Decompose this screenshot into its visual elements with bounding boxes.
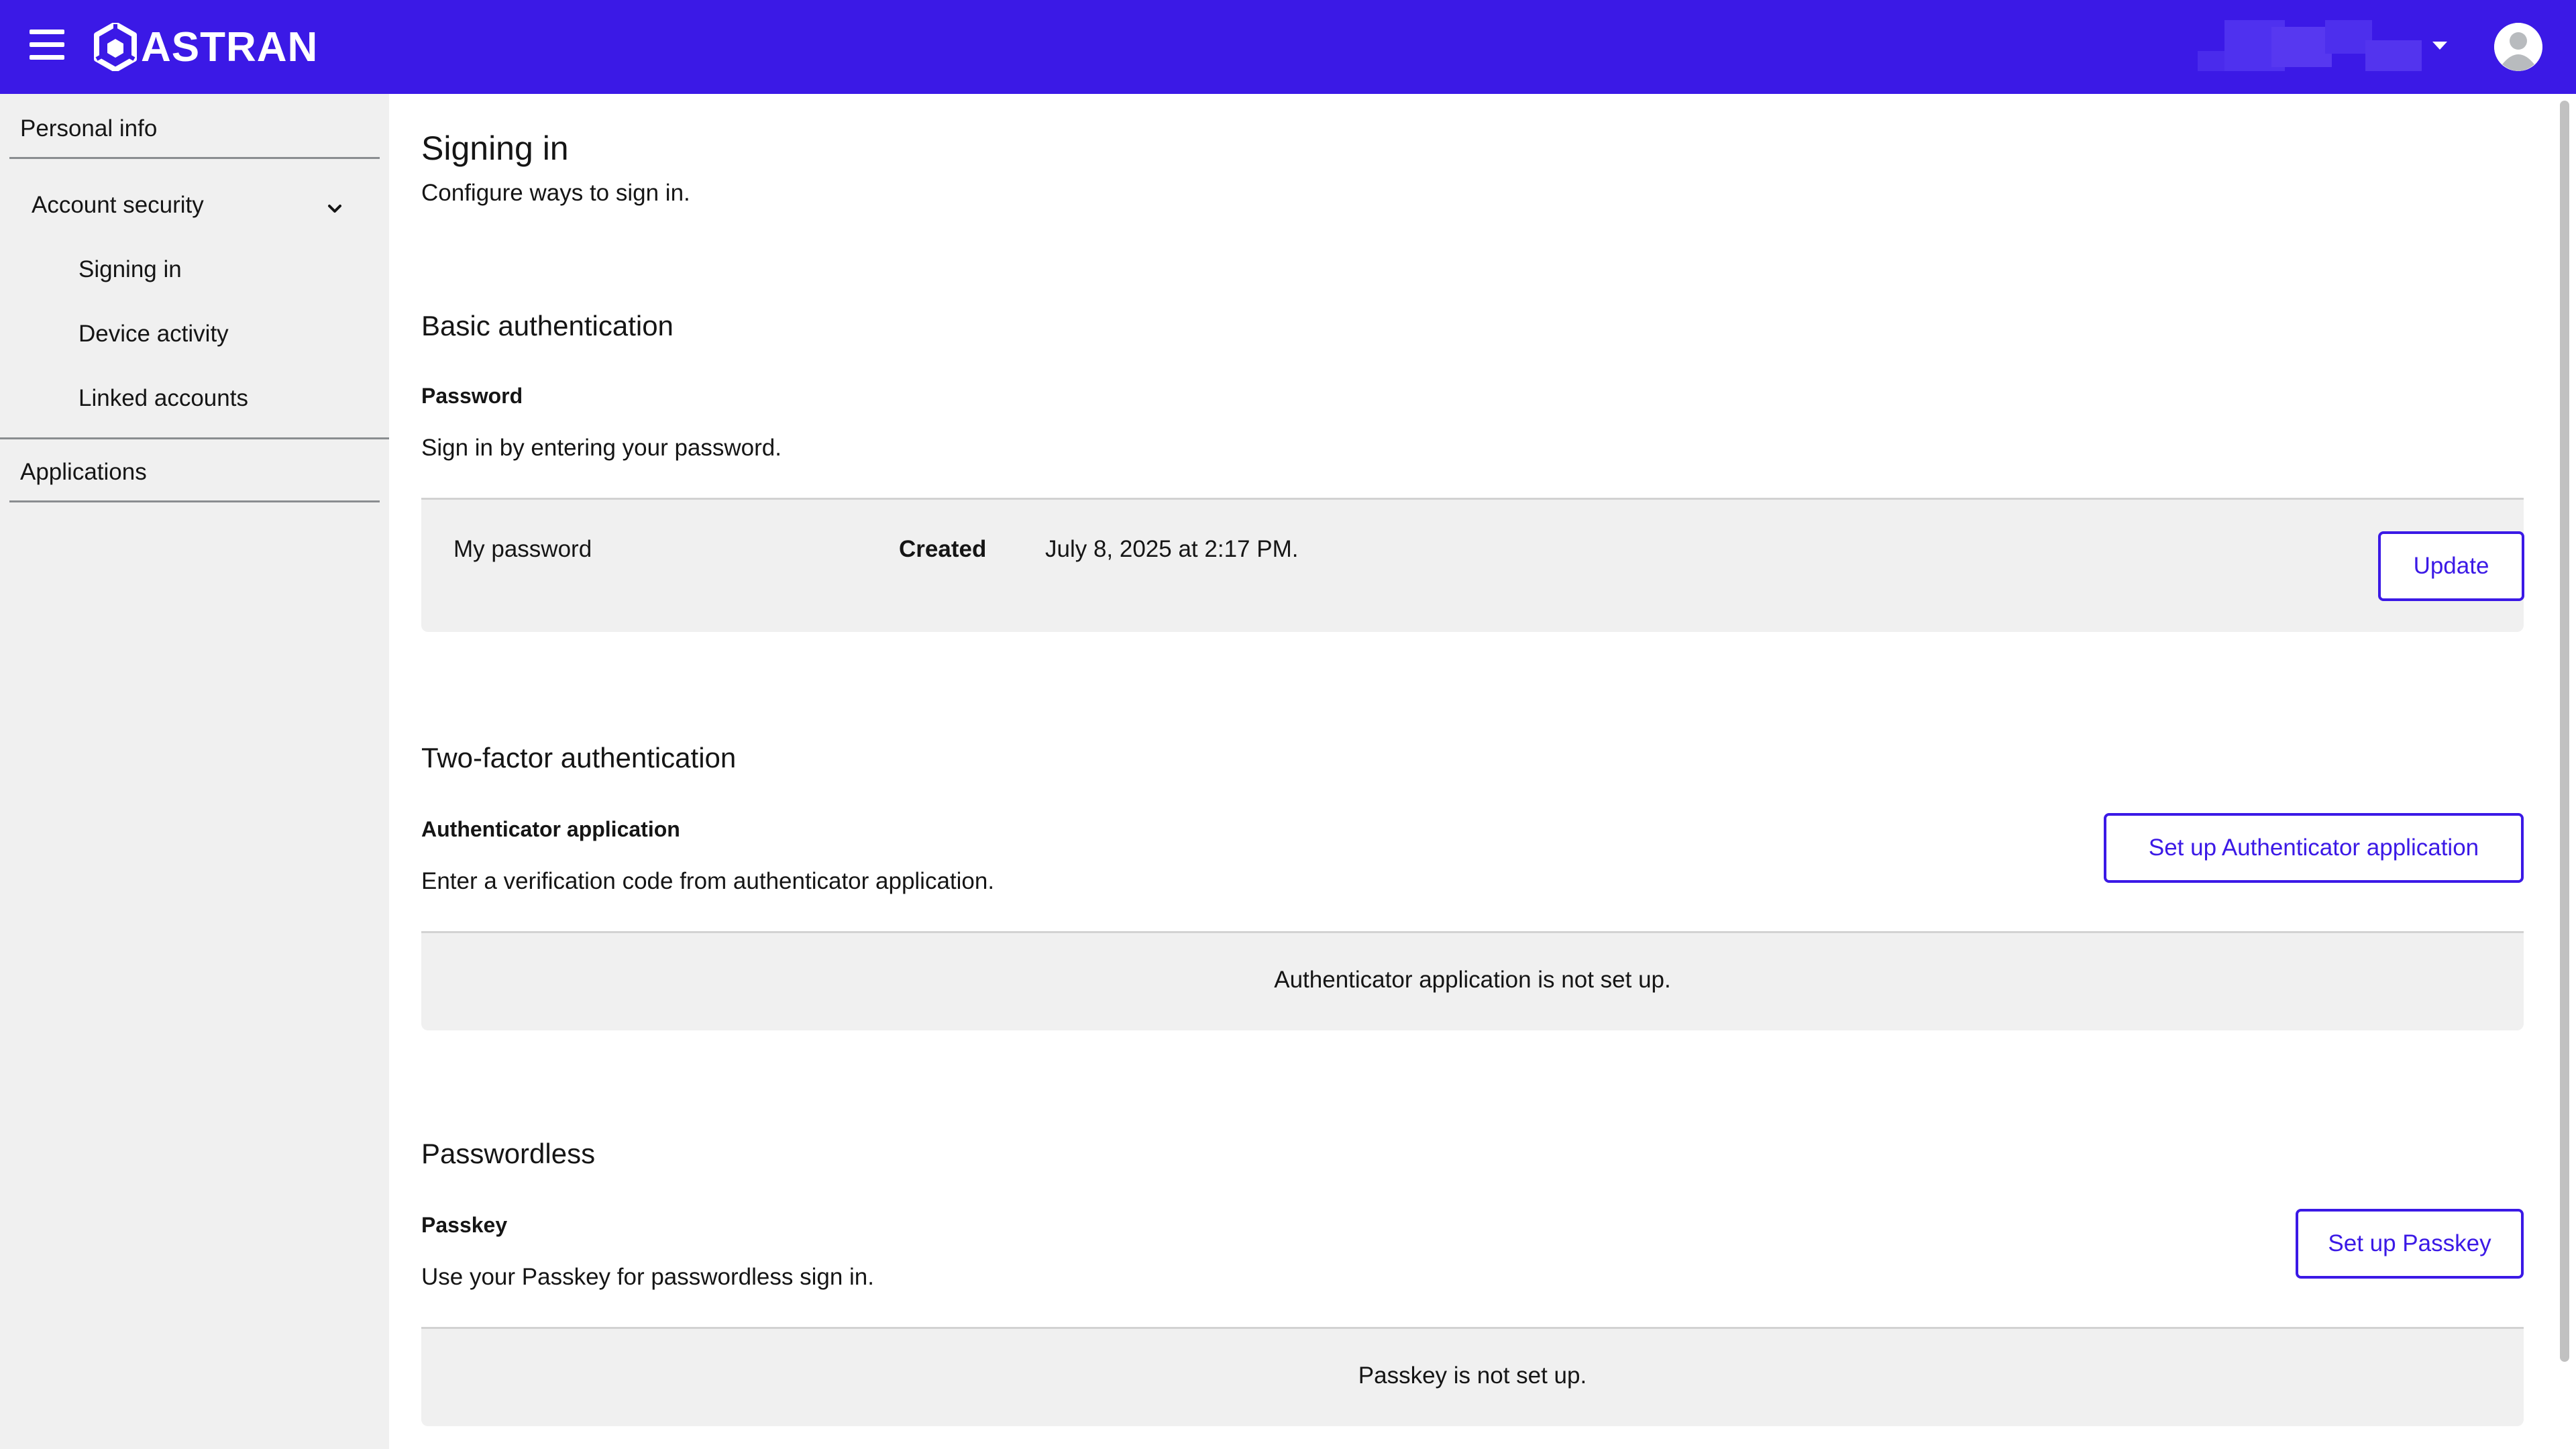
created-value: July 8, 2025 at 2:17 PM.	[1045, 536, 1299, 562]
password-label: Password	[421, 384, 523, 408]
user-avatar-icon[interactable]	[2494, 23, 2542, 71]
authenticator-label: Authenticator application	[421, 817, 680, 841]
page-subtitle: Configure ways to sign in.	[421, 180, 690, 206]
section-title-passwordless: Passwordless	[421, 1138, 596, 1169]
scrollbar-thumb[interactable]	[2560, 101, 2569, 1362]
password-description: Sign in by entering your password.	[421, 435, 782, 461]
brand-logo[interactable]: ASTRAN	[94, 20, 318, 74]
astran-logo-icon	[94, 23, 137, 71]
page-title: Signing in	[421, 129, 569, 167]
chevron-down-icon[interactable]	[326, 200, 343, 217]
authenticator-description: Enter a verification code from authentic…	[421, 868, 995, 894]
sidebar-item-personal-info[interactable]: Personal info	[20, 115, 157, 142]
password-name: My password	[453, 536, 592, 562]
divider	[9, 500, 380, 502]
top-header: ASTRAN	[0, 0, 2576, 94]
passkey-description: Use your Passkey for passwordless sign i…	[421, 1264, 874, 1290]
passkey-label: Passkey	[421, 1213, 508, 1237]
sidebar-item-signing-in[interactable]: Signing in	[78, 256, 182, 283]
setup-authenticator-button[interactable]: Set up Authenticator application	[2104, 813, 2524, 883]
section-title-two-factor-authentication: Two-factor authentication	[421, 742, 737, 773]
passkey-status-text: Passkey is not set up.	[1358, 1362, 1587, 1389]
hamburger-menu-icon[interactable]	[30, 30, 64, 60]
main-content: Signing in Configure ways to sign in. Ba…	[389, 94, 2556, 1449]
section-title-basic-authentication: Basic authentication	[421, 310, 674, 341]
sidebar-nav: Personal info Account security Signing i…	[0, 94, 389, 1449]
authenticator-status-text: Authenticator application is not set up.	[1274, 967, 1671, 993]
password-row: My password Created July 8, 2025 at 2:17…	[421, 498, 2524, 632]
created-label: Created	[899, 536, 987, 562]
divider	[9, 157, 380, 159]
update-password-button[interactable]: Update	[2378, 531, 2524, 601]
caret-down-icon[interactable]	[2432, 42, 2447, 50]
user-name-blurred[interactable]	[2198, 20, 2422, 71]
sidebar-item-device-activity[interactable]: Device activity	[78, 321, 229, 347]
sidebar-item-applications[interactable]: Applications	[20, 459, 147, 486]
sidebar-item-account-security[interactable]: Account security	[32, 192, 204, 219]
brand-name: ASTRAN	[141, 23, 319, 70]
setup-passkey-button[interactable]: Set up Passkey	[2296, 1209, 2524, 1279]
sidebar-item-linked-accounts[interactable]: Linked accounts	[78, 385, 248, 412]
passkey-status-panel: Passkey is not set up.	[421, 1327, 2524, 1426]
authenticator-status-panel: Authenticator application is not set up.	[421, 931, 2524, 1030]
divider	[0, 437, 389, 439]
